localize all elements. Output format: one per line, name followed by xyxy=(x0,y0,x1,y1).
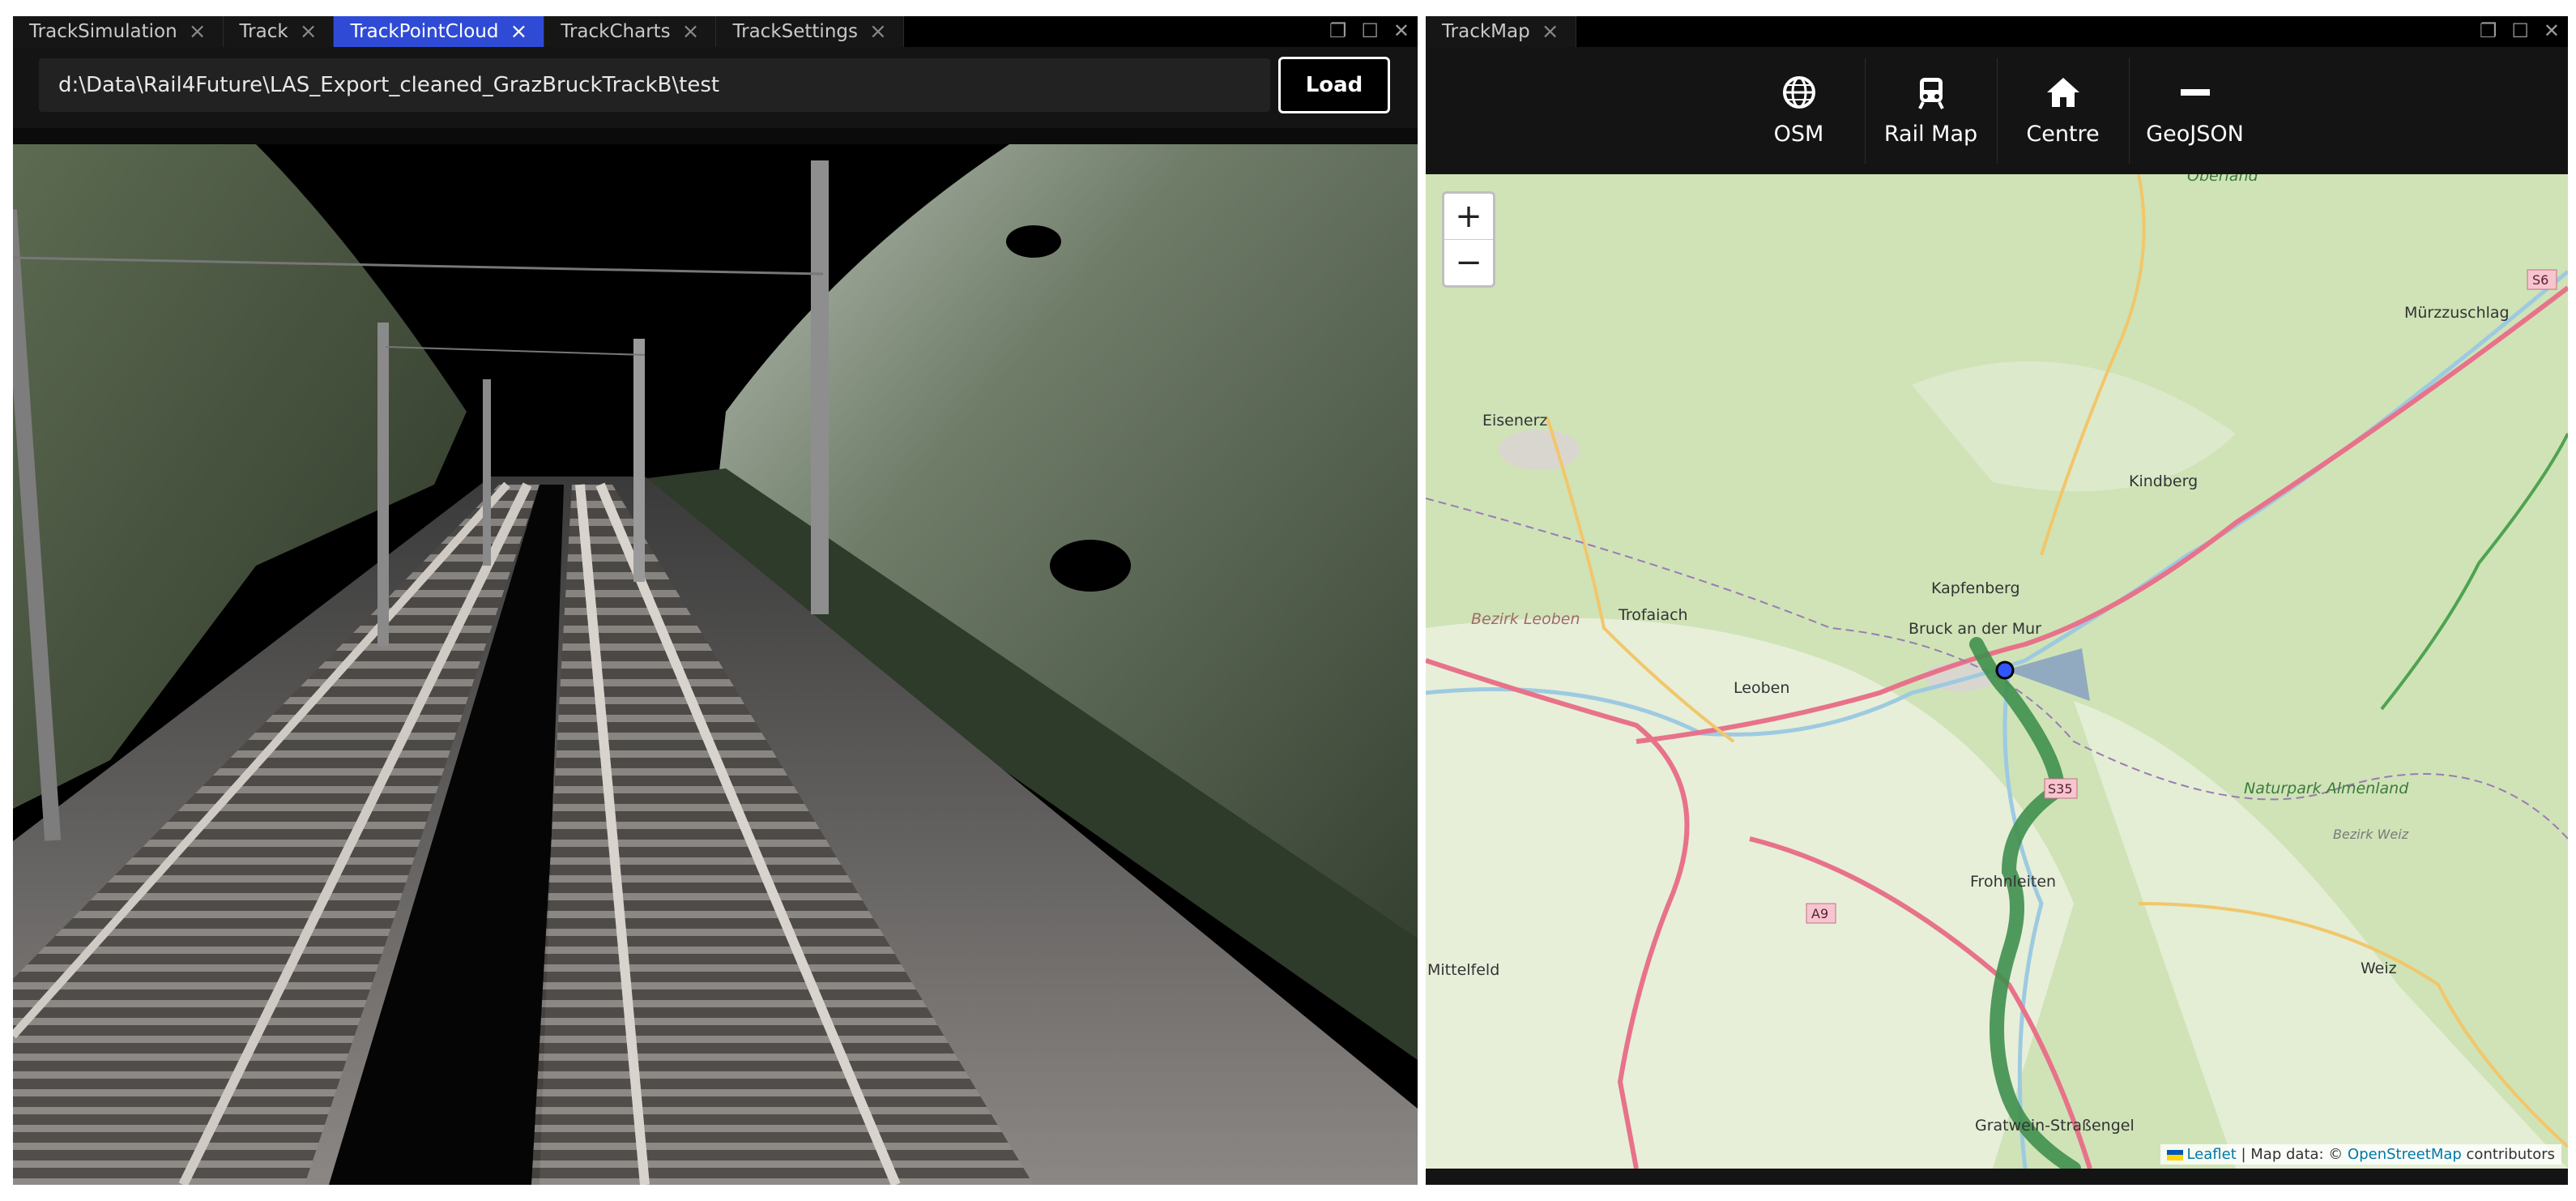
tab-trackpointcloud[interactable]: TrackPointCloud × xyxy=(334,16,545,47)
geojson-button[interactable]: GeoJSON xyxy=(2128,58,2261,164)
zoom-out-button[interactable]: − xyxy=(1444,240,1493,285)
map-label: Gratwein-Straßengel xyxy=(1975,1117,2135,1135)
close-icon[interactable]: × xyxy=(1542,21,1559,42)
zoom-in-button[interactable]: + xyxy=(1444,194,1493,240)
window-controls: ❐ ☐ ✕ xyxy=(2480,19,2560,42)
load-button[interactable]: Load xyxy=(1278,57,1390,113)
centre-button[interactable]: Centre xyxy=(1996,58,2129,164)
minus-icon xyxy=(2180,89,2210,96)
path-bar: Load xyxy=(13,47,1418,128)
home-icon xyxy=(2046,78,2079,107)
geojson-label: GeoJSON xyxy=(2146,122,2244,147)
tab-track[interactable]: Track × xyxy=(223,16,335,47)
train-icon xyxy=(1917,78,1944,109)
close-icon[interactable]: × xyxy=(682,21,700,42)
tab-trackmap[interactable]: TrackMap × xyxy=(1426,16,1576,47)
tab-label: TrackPointCloud xyxy=(350,21,499,42)
attribution-suffix: contributors xyxy=(2461,1146,2555,1163)
close-icon[interactable]: ✕ xyxy=(2544,19,2560,42)
position-marker xyxy=(1995,660,2015,680)
road-shield-label: A9 xyxy=(1811,906,1828,921)
left-tabbar: TrackSimulation × Track × TrackPointClou… xyxy=(13,16,1418,47)
tab-label: TrackSimulation xyxy=(29,21,177,42)
pointcloud-panel: TrackSimulation × Track × TrackPointClou… xyxy=(13,16,1418,1185)
globe-icon xyxy=(1782,76,1815,109)
path-input[interactable] xyxy=(39,58,1270,112)
map-label: Bruck an der Mur xyxy=(1909,620,2041,638)
catenary-pole xyxy=(633,339,645,582)
centre-label: Centre xyxy=(2026,122,2100,147)
tab-label: TrackMap xyxy=(1442,21,1530,42)
tab-tracksettings[interactable]: TrackSettings × xyxy=(716,16,904,47)
map-attribution: Leaflet | Map data: © OpenStreetMap cont… xyxy=(2160,1144,2561,1165)
tab-label: Track xyxy=(239,21,288,42)
right-tabbar: TrackMap × ❐ ☐ ✕ xyxy=(1426,16,2568,47)
close-icon[interactable]: × xyxy=(510,21,527,42)
map-label: Naturpark Almenland xyxy=(2244,780,2409,797)
map-label: Oberland xyxy=(2187,174,2258,185)
ukraine-flag-icon xyxy=(2167,1149,2184,1160)
road-shield-label: S6 xyxy=(2532,272,2548,288)
osm-button[interactable]: OSM xyxy=(1734,58,1865,164)
maximize-icon[interactable]: ☐ xyxy=(2511,19,2529,42)
map-label: Kapfenberg xyxy=(1931,579,2020,597)
window-controls: ❐ ☐ ✕ xyxy=(1329,19,1410,42)
map-label: Kindberg xyxy=(2129,472,2198,490)
map-footer xyxy=(1426,1169,2568,1185)
catenary-pole xyxy=(811,160,829,614)
tab-trackcharts[interactable]: TrackCharts × xyxy=(544,16,717,47)
tab-label: TrackCharts xyxy=(561,21,671,42)
vegetation-gap xyxy=(1006,225,1061,258)
vegetation-gap xyxy=(1050,540,1131,592)
map-label: Frohnleiten xyxy=(1970,873,2056,891)
zoom-control: + − xyxy=(1442,191,1495,288)
close-icon[interactable]: × xyxy=(189,21,207,42)
osm-link[interactable]: OpenStreetMap xyxy=(2348,1146,2462,1163)
catenary-pole xyxy=(377,323,389,647)
map-label: Bezirk Leoben xyxy=(1471,610,1580,628)
close-icon[interactable]: × xyxy=(300,21,318,42)
map-label: Weiz xyxy=(2361,960,2397,977)
trackmap-panel: TrackMap × ❐ ☐ ✕ OSM Rail Map Centre Geo… xyxy=(1426,16,2568,1185)
leaflet-link[interactable]: Leaflet xyxy=(2186,1146,2236,1163)
rail-map-label: Rail Map xyxy=(1883,122,1978,147)
close-icon[interactable]: × xyxy=(869,21,887,42)
map-toolbar: OSM Rail Map Centre GeoJSON xyxy=(1426,47,2568,174)
map-label: Leoben xyxy=(1734,679,1789,697)
maximize-icon[interactable]: ☐ xyxy=(1361,19,1379,42)
tab-label: TrackSettings xyxy=(732,21,858,42)
road-shield-label: S35 xyxy=(2048,781,2073,797)
urban-area xyxy=(1499,430,1580,470)
close-icon[interactable]: ✕ xyxy=(1393,19,1410,42)
rail-map-button[interactable]: Rail Map xyxy=(1864,58,1997,164)
tab-tracksimulation[interactable]: TrackSimulation × xyxy=(13,16,224,47)
map-label: Trofaiach xyxy=(1618,606,1688,624)
restore-icon[interactable]: ❐ xyxy=(1329,19,1347,42)
catenary-pole xyxy=(483,379,491,566)
map-label: Mittelfeld xyxy=(1427,961,1499,979)
pointcloud-viewport[interactable] xyxy=(13,144,1418,1185)
map-label: Mürzzuschlag xyxy=(2404,304,2510,322)
attribution-text: | Map data: © xyxy=(2236,1146,2348,1163)
map-label: Bezirk Weiz xyxy=(2333,827,2409,842)
map-view[interactable]: Eisenerz Trofaiach Leoben Bezirk Leoben … xyxy=(1426,174,2568,1169)
restore-icon[interactable]: ❐ xyxy=(2480,19,2497,42)
osm-label: OSM xyxy=(1773,122,1824,147)
map-label: Eisenerz xyxy=(1482,412,1547,430)
